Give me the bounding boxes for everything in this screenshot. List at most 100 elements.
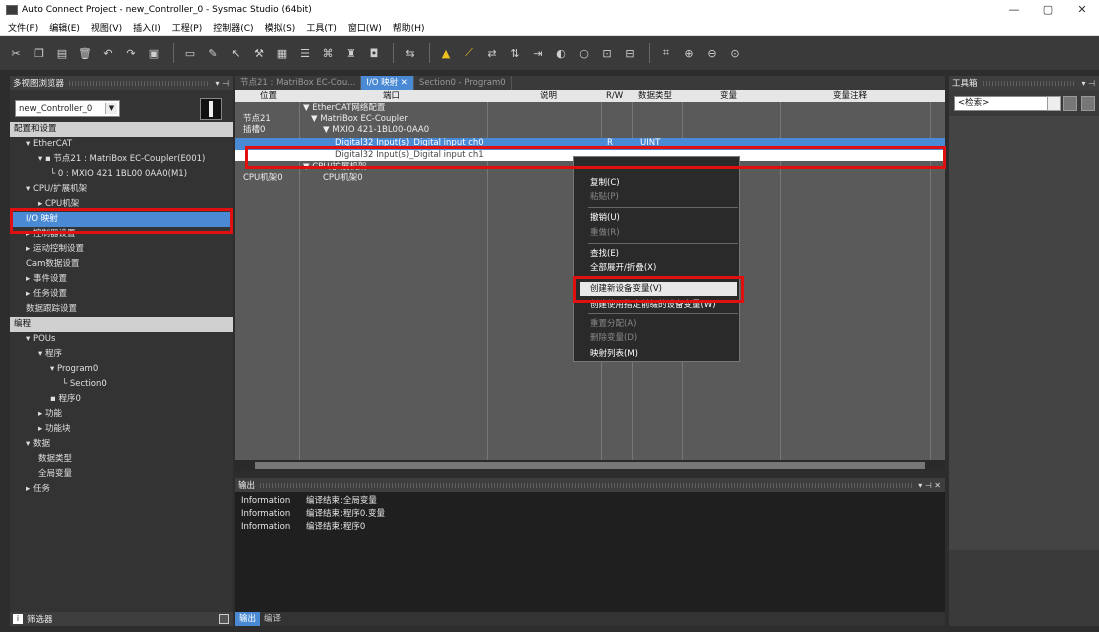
menu-edit[interactable]: 编辑(E)	[49, 21, 80, 34]
tree-item[interactable]: ▾ 程序	[10, 347, 233, 362]
tree-item[interactable]: ▸ 功能块	[10, 422, 233, 437]
context-menu-item[interactable]: 查找(E)	[590, 248, 619, 260]
menu-simulation[interactable]: 模拟(S)	[265, 21, 296, 34]
window-icon[interactable]: ▭	[180, 43, 200, 63]
tree-item[interactable]: ▪ 程序0	[10, 392, 233, 407]
fit-icon[interactable]: ⌗	[656, 43, 676, 63]
col-rw[interactable]: R/W	[606, 90, 623, 102]
tools-icon[interactable]: ⚒	[249, 43, 269, 63]
context-menu-item[interactable]: 删除变量(D)	[590, 332, 637, 344]
zoom-out-icon[interactable]: ⊖	[702, 43, 722, 63]
stop-icon[interactable]: ⊟	[620, 43, 640, 63]
col-datatype[interactable]: 数据类型	[638, 90, 672, 102]
zoom-reset-icon[interactable]: ⊙	[725, 43, 745, 63]
tree-item[interactable]: ▾ CPU/扩展机架	[10, 182, 233, 197]
filter-toggle-icon[interactable]	[219, 614, 229, 624]
search-icon[interactable]	[1063, 96, 1077, 111]
col-description[interactable]: 说明	[540, 90, 557, 102]
toolbox-search-input[interactable]: <检索>	[954, 96, 1059, 111]
tree-item[interactable]: ▸ 功能	[10, 407, 233, 422]
grid-row[interactable]: 插槽0 ▼ MXIO 421-1BL00-0AA0	[235, 125, 945, 136]
sim-icon[interactable]: ⊡	[597, 43, 617, 63]
tab-io-map[interactable]: I/O 映射 ✕	[361, 76, 414, 90]
tree-item[interactable]: ▸ 任务设置	[10, 287, 233, 302]
context-menu-item[interactable]: 复制(C)	[590, 177, 620, 189]
zoom-in-icon[interactable]: ⊕	[679, 43, 699, 63]
close-button[interactable]: ✕	[1065, 0, 1099, 19]
controller-select[interactable]: new_Controller_0 ▼	[15, 100, 120, 117]
context-menu-item[interactable]: 撤销(U)	[590, 212, 620, 224]
list-icon[interactable]: ☰	[295, 43, 315, 63]
build-icon[interactable]: ◘	[364, 43, 384, 63]
online-icon[interactable]: ⇆	[400, 43, 420, 63]
sync-icon[interactable]: ⇅	[505, 43, 525, 63]
menu-controller[interactable]: 控制器(C)	[213, 21, 253, 34]
menu-file[interactable]: 文件(F)	[8, 21, 38, 34]
tree-item[interactable]: ▸ 运动控制设置	[10, 242, 233, 257]
arrow-icon[interactable]: ↖	[226, 43, 246, 63]
tree-item[interactable]: ▸ 任务	[10, 482, 233, 497]
tree-item[interactable]: └ Section0	[10, 377, 233, 392]
pin-icon[interactable]: ▾ ⊣	[215, 79, 229, 88]
tree-item[interactable]: ▾ EtherCAT	[10, 137, 233, 152]
menu-tools[interactable]: 工具(T)	[306, 21, 337, 34]
output-close-icon[interactable]: ▾ ⊣ ✕	[918, 481, 941, 490]
menu-window[interactable]: 窗口(W)	[348, 21, 382, 34]
close-tab-icon[interactable]: ✕	[401, 78, 408, 88]
warning-icon[interactable]: ▲	[436, 43, 456, 63]
tree-item[interactable]: ▾ 数据	[10, 437, 233, 452]
chevron-down-icon[interactable]: ▼	[105, 103, 117, 114]
mode-icon[interactable]: ◐	[551, 43, 571, 63]
chevron-down-icon[interactable]	[1047, 96, 1061, 111]
scrollbar-thumb[interactable]	[255, 462, 925, 469]
tree-item[interactable]: 配置和设置	[10, 122, 233, 137]
col-position[interactable]: 位置	[260, 90, 277, 102]
filter-bar[interactable]: i 筛选器	[10, 612, 233, 626]
compare-icon[interactable]: ▦	[272, 43, 292, 63]
tree-item[interactable]: Cam数据设置	[10, 257, 233, 272]
tree-item[interactable]: └ 0 : MXIO 421 1BL00 0AA0(M1)	[10, 167, 233, 182]
tree-item[interactable]: ▾ Program0	[10, 362, 233, 377]
tab-section0[interactable]: Section0 - Program0	[413, 76, 512, 90]
tab-node21[interactable]: 节点21 : MatriBox EC-Cou...	[235, 76, 362, 90]
menu-view[interactable]: 视图(V)	[91, 21, 122, 34]
context-menu-item[interactable]: 粘贴(P)	[590, 191, 619, 203]
tree-item[interactable]: 数据类型	[10, 452, 233, 467]
pin-icon[interactable]: ▾ ⊣	[1081, 79, 1095, 88]
tree-item[interactable]: ▸ 事件设置	[10, 272, 233, 287]
horizontal-scrollbar[interactable]	[235, 460, 945, 471]
step-icon[interactable]: ⇥	[528, 43, 548, 63]
tree-item[interactable]: 数据跟踪设置	[10, 302, 233, 317]
maximize-button[interactable]: ▢	[1031, 0, 1065, 19]
menu-insert[interactable]: 插入(I)	[133, 21, 161, 34]
col-port[interactable]: 端口	[383, 90, 400, 102]
tree-item[interactable]: 编程	[10, 317, 233, 332]
save-icon[interactable]: ▣	[144, 43, 164, 63]
find-icon[interactable]: ♜	[341, 43, 361, 63]
tab-output[interactable]: 输出	[235, 612, 261, 626]
transfer-icon[interactable]: ⇄	[482, 43, 502, 63]
undo-icon[interactable]: ↶	[98, 43, 118, 63]
tree-item[interactable]: 全局变量	[10, 467, 233, 482]
col-variable[interactable]: 变量	[720, 90, 737, 102]
grid-row[interactable]: ▼ EtherCAT网络配置	[235, 103, 945, 114]
tree-item[interactable]: ▾ POUs	[10, 332, 233, 347]
tree-item[interactable]: ▾ ▪ 节点21 : MatriBox EC-Coupler(E001)	[10, 152, 233, 167]
col-variable-comment[interactable]: 变量注释	[833, 90, 867, 102]
edit-icon[interactable]: ✎	[203, 43, 223, 63]
context-menu-item[interactable]: 重做(R)	[590, 227, 620, 239]
menu-project[interactable]: 工程(P)	[172, 21, 202, 34]
cut-icon[interactable]: ✂	[6, 43, 26, 63]
delete-icon[interactable]: 🗑	[75, 43, 95, 63]
warning-dim-icon[interactable]: ⟋	[459, 43, 479, 63]
run-icon[interactable]: ○	[574, 43, 594, 63]
minimize-button[interactable]: —	[997, 0, 1031, 19]
context-menu-item[interactable]: 全部展开/折叠(X)	[590, 262, 656, 274]
tab-build[interactable]: 编译	[260, 612, 285, 626]
grid-row[interactable]: 节点21 ▼ MatriBox EC-Coupler	[235, 114, 945, 125]
context-menu-item[interactable]: 重置分配(A)	[590, 318, 636, 330]
network-icon[interactable]: ⌘	[318, 43, 338, 63]
copy-icon[interactable]: ❐	[29, 43, 49, 63]
clear-icon[interactable]	[1081, 96, 1095, 111]
menu-help[interactable]: 帮助(H)	[393, 21, 425, 34]
